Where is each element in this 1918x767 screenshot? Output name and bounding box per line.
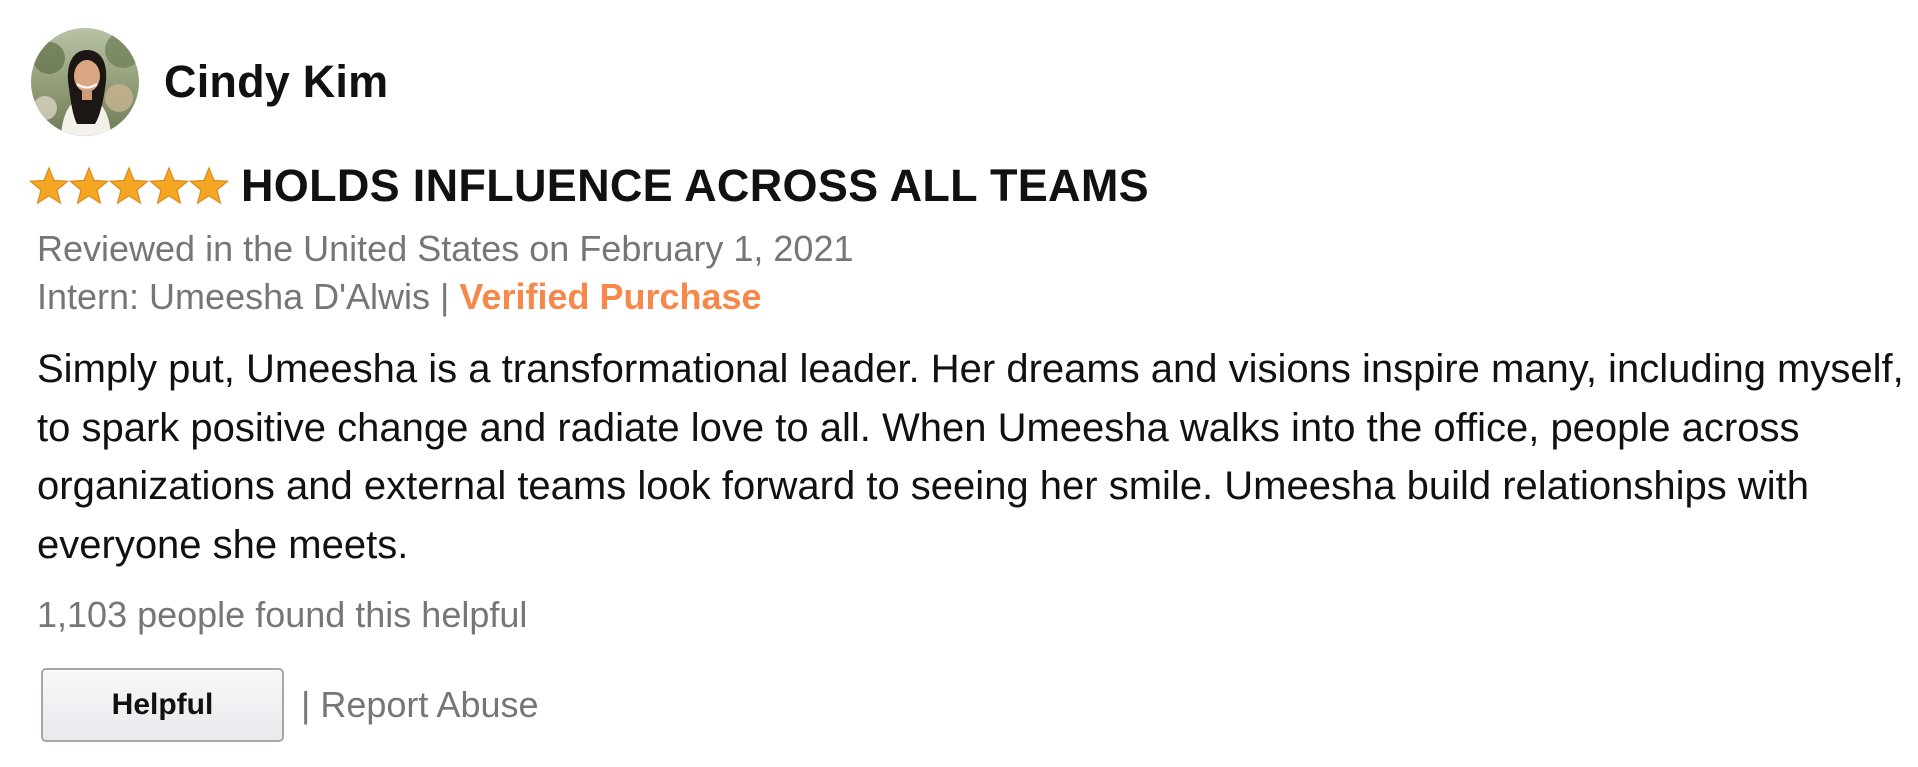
helpful-button[interactable]: Helpful <box>41 668 284 742</box>
variant-label: Intern: Umeesha D'Alwis <box>37 276 431 317</box>
star-icon <box>189 166 229 205</box>
star-rating[interactable] <box>29 166 229 206</box>
reviewer-profile[interactable]: Cindy Kim <box>31 28 388 136</box>
review-title[interactable]: HOLDS INFLUENCE ACROSS ALL TEAMS <box>241 160 1149 212</box>
star-icon <box>29 166 69 205</box>
star-icon <box>69 166 109 205</box>
report-abuse-link[interactable]: Report Abuse <box>320 684 538 726</box>
helpful-count: 1,103 people found this helpful <box>37 594 528 635</box>
actions-separator: | <box>301 684 311 725</box>
review-actions: Helpful | Report Abuse <box>41 667 539 743</box>
customer-review: Cindy Kim HOLDS INFLUENCE ACROSS ALL TEA… <box>0 0 1918 767</box>
review-title-row: HOLDS INFLUENCE ACROSS ALL TEAMS <box>29 158 1149 214</box>
profile-photo-icon <box>31 28 139 136</box>
verified-purchase-badge: Verified Purchase <box>459 276 762 317</box>
star-icon <box>109 166 149 205</box>
review-variant-line: Intern: Umeesha D'Alwis | Verified Purch… <box>37 276 762 318</box>
star-icon <box>149 166 189 205</box>
reviewer-name[interactable]: Cindy Kim <box>164 56 388 108</box>
review-body: Simply put, Umeesha is a transformationa… <box>37 347 1904 567</box>
variant-separator: | <box>440 276 450 317</box>
reviewer-avatar[interactable] <box>31 28 139 136</box>
review-date: Reviewed in the United States on Februar… <box>37 228 854 269</box>
